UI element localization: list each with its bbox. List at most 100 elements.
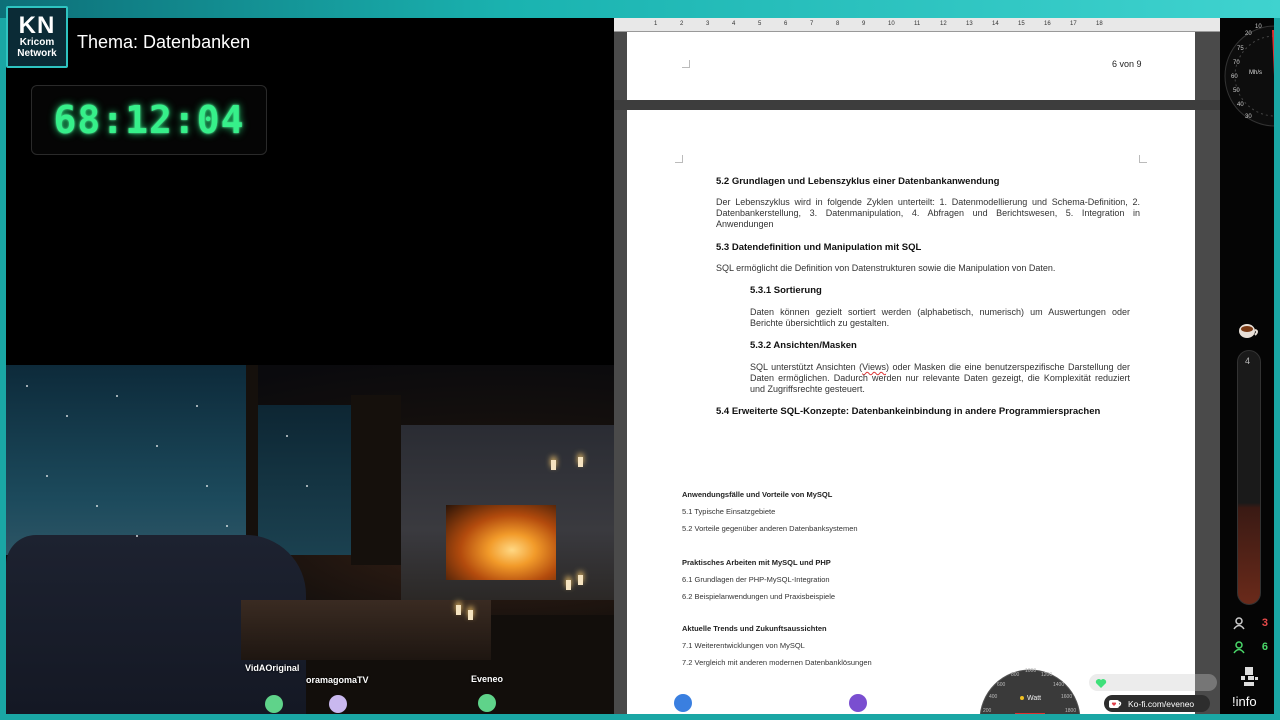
watt-tick: 200 — [983, 708, 992, 714]
tube-value: 4 — [1245, 356, 1251, 366]
coffee-table — [241, 600, 491, 660]
spellcheck-word: Views — [862, 362, 887, 372]
ruler-mark: 18 — [1096, 21, 1103, 27]
info-command-label: !info — [1232, 694, 1257, 709]
watt-tick: 1000 — [1025, 668, 1036, 674]
outline-item: 5.1 Typische Einsatzgebiete — [682, 507, 776, 516]
ruler-mark: 4 — [732, 21, 736, 27]
snowflake — [226, 525, 228, 527]
page-separator — [614, 100, 1220, 110]
viewer-avatar — [329, 695, 347, 713]
candle — [566, 580, 571, 590]
snowflake — [136, 535, 138, 537]
snowy-window — [6, 365, 246, 555]
candle — [551, 460, 556, 470]
timer-panel: 68:12:04 — [31, 85, 267, 155]
outline-item: 5.2 Vorteile gegenüber anderen Datenbank… — [682, 524, 858, 533]
snowflake — [46, 475, 48, 477]
paragraph-5-2: Der Lebenszyklus wird in folgende Zyklen… — [716, 197, 1140, 229]
countdown-timer: 68:12:04 — [53, 98, 245, 142]
ruler-mark: 11 — [914, 21, 921, 27]
kofi-cup-icon — [1109, 699, 1122, 708]
kofi-url: Ko-fi.com/eveneo — [1128, 698, 1195, 709]
watt-tick: 400 — [989, 694, 998, 700]
snowy-window-middle — [256, 405, 351, 555]
candle — [468, 610, 473, 620]
outline-item: 7.2 Vergleich mit anderen modernen Daten… — [682, 658, 872, 667]
document-page-current[interactable]: 5.2 Grundlagen und Lebenszyklus einer Da… — [627, 110, 1195, 714]
heart-overlay — [1089, 674, 1217, 691]
watt-tick: 1800 — [1065, 708, 1076, 714]
heading-5-2: 5.2 Grundlagen und Lebenszyklus einer Da… — [716, 176, 1000, 187]
candle — [578, 457, 583, 467]
stream-topic: Thema: Datenbanken — [77, 32, 251, 52]
paragraph-5-3-1: Daten können gezielt sortiert werden (al… — [750, 307, 1130, 328]
ruler-mark: 12 — [940, 21, 947, 27]
snowflake — [116, 395, 118, 397]
heading-5-3: 5.3 Datendefinition und Manipulation mit… — [716, 242, 922, 253]
user-icon — [1233, 617, 1245, 630]
gauge-tick: 30 — [1245, 114, 1252, 120]
kn-logo: KN Kricom Network — [6, 6, 68, 68]
gauge-tick: 50 — [1233, 88, 1240, 94]
top-accent-bar — [0, 0, 1280, 18]
heart-icon — [1095, 679, 1107, 688]
hashrate-gauge: 75 70 60 50 40 30 20 10 Mh/s — [1224, 24, 1280, 127]
watt-label: Watt — [1027, 695, 1041, 702]
document-viewer[interactable]: 1 2 3 4 5 6 7 8 9 10 11 12 13 14 15 16 1… — [614, 18, 1220, 714]
candle — [578, 575, 583, 585]
logo-line-1: Kricom — [19, 37, 55, 48]
ruler-mark: 5 — [758, 21, 762, 27]
viewer-avatar — [674, 694, 692, 712]
heading-5-3-2: 5.3.2 Ansichten/Masken — [750, 340, 857, 351]
stat-row-green: 6 — [1226, 636, 1274, 658]
ruler-mark: 8 — [836, 21, 840, 27]
logo-line-2: Network — [17, 48, 57, 59]
stat-count-red: 3 — [1261, 617, 1268, 629]
snowflake — [66, 415, 68, 417]
viewer-avatar — [849, 694, 867, 712]
ruler-mark: 7 — [810, 21, 814, 27]
logo-initials: KN — [18, 12, 56, 39]
viewer-name: VidAOriginal — [245, 663, 300, 673]
gauge-tick: 10 — [1255, 24, 1262, 30]
page-corner-mark — [682, 60, 690, 68]
outline-item: 6.1 Grundlagen der PHP-MySQL-Integration — [682, 575, 830, 584]
kofi-link[interactable]: Ko-fi.com/eveneo — [1104, 695, 1210, 712]
snowflake — [156, 445, 158, 447]
viewer-name: Eveneo — [471, 674, 504, 684]
fireplace-flame — [446, 505, 556, 580]
cabin-scene-image — [6, 365, 614, 714]
snowflake — [306, 485, 308, 487]
ruler-mark: 1 — [654, 21, 658, 27]
ruler-mark: 3 — [706, 21, 710, 27]
paragraph-5-3-2: SQL unterstützt Ansichten (Views) oder M… — [750, 362, 1130, 395]
gauge-unit: Mh/s — [1249, 70, 1262, 76]
wooden-beam — [351, 395, 401, 565]
paragraph-5-3: SQL ermöglicht die Definition von Datens… — [716, 263, 1056, 273]
page-number: 6 von 9 — [1112, 59, 1142, 69]
watt-tick: 1600 — [1061, 694, 1072, 700]
coffee-cup-icon — [1239, 324, 1258, 338]
horizontal-ruler[interactable]: 1 2 3 4 5 6 7 8 9 10 11 12 13 14 15 16 1… — [614, 18, 1220, 32]
watt-tick: 600 — [997, 682, 1006, 688]
viewer-avatar — [478, 694, 496, 712]
heading-5-4: 5.4 Erweiterte SQL-Konzepte: Datenbankei… — [716, 406, 1101, 417]
stat-row-red: 3 — [1226, 612, 1274, 634]
viewer-name: oramagomaTV — [306, 675, 369, 685]
stat-count-green: 6 — [1261, 641, 1268, 653]
outline-item: 6.2 Beispielanwendungen und Praxisbeispi… — [682, 592, 836, 601]
progress-tube — [1237, 350, 1261, 605]
snowflake — [26, 385, 28, 387]
ruler-mark: 13 — [966, 21, 973, 27]
gauge-tick: 70 — [1233, 60, 1240, 66]
outline-item: 7.1 Weiterentwicklungen von MySQL — [682, 641, 805, 650]
ruler-mark: 16 — [1044, 21, 1051, 27]
ruler-mark: 6 — [784, 21, 788, 27]
snowflake — [286, 435, 288, 437]
ruler-mark: 15 — [1018, 21, 1025, 27]
gauge-tick: 60 — [1231, 74, 1238, 80]
watt-tick: 1400 — [1053, 682, 1064, 688]
gauge-tick: 20 — [1245, 31, 1252, 37]
candle — [456, 605, 461, 615]
